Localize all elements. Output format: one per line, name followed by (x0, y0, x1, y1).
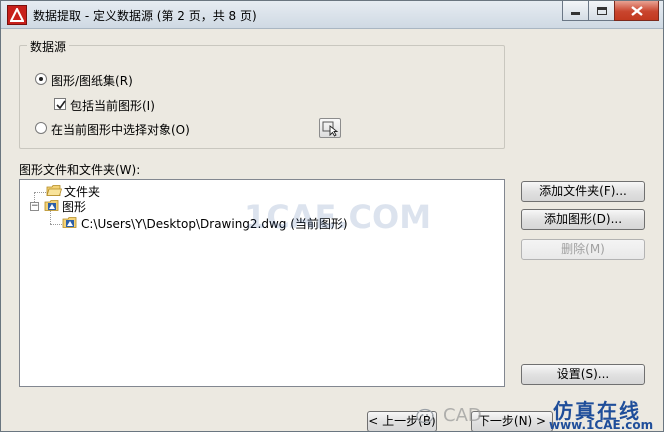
watermark-url: www.1CAE.com (549, 418, 654, 432)
tree-item-drawings[interactable]: 图形 (62, 198, 86, 215)
files-label: 图形文件和文件夹(W): (19, 163, 141, 177)
collapse-icon[interactable]: − (30, 202, 39, 211)
watermark-cn: 仿真在线 (553, 399, 641, 423)
settings-button[interactable]: 设置(S)... (521, 364, 645, 385)
select-objects-radio-label[interactable]: 在当前图形中选择对象(O) (51, 121, 190, 138)
select-objects-radio[interactable] (35, 122, 47, 134)
title-bar[interactable]: 数据提取 - 定义数据源 (第 2 页，共 8 页) (1, 1, 663, 29)
tree-line (34, 192, 46, 193)
data-extraction-dialog: 数据提取 - 定义数据源 (第 2 页，共 8 页) 数据源 图形/图纸集(R)… (0, 0, 664, 432)
drawing-folder-icon (44, 200, 59, 211)
wechat-icon (416, 408, 434, 424)
tree-line (50, 210, 51, 224)
data-source-label: 数据源 (27, 38, 70, 55)
maximize-icon (596, 6, 607, 15)
autocad-logo-icon (7, 5, 27, 25)
maximize-button[interactable] (588, 1, 615, 21)
window-controls (562, 1, 659, 22)
close-button[interactable] (614, 1, 659, 21)
next-button[interactable]: 下一步(N) > (471, 411, 553, 431)
window-title: 数据提取 - 定义数据源 (第 2 页，共 8 页) (33, 9, 257, 23)
drawing-file-icon (62, 217, 77, 228)
sheet-set-radio-label[interactable]: 图形/图纸集(R) (51, 72, 133, 89)
add-drawing-button[interactable]: 添加图形(D)... (521, 209, 645, 230)
folder-icon (46, 185, 62, 196)
checkmark-icon (56, 100, 66, 110)
include-current-checkbox[interactable] (54, 98, 66, 110)
minimize-icon (571, 12, 580, 15)
files-tree[interactable]: 文件夹 − 图形 C:\Users\Y\Desktop\Drawing2.dwg… (19, 179, 505, 387)
remove-button[interactable]: 删除(M) (521, 239, 645, 260)
select-objects-button[interactable] (319, 118, 341, 138)
close-icon (630, 5, 643, 16)
pick-cursor-icon (322, 121, 339, 137)
minimize-button[interactable] (562, 1, 589, 21)
include-current-label[interactable]: 包括当前图形(I) (70, 97, 155, 114)
tree-item-drawing-file[interactable]: C:\Users\Y\Desktop\Drawing2.dwg (当前图形) (81, 215, 348, 232)
sheet-set-radio[interactable] (35, 73, 47, 85)
add-folder-button[interactable]: 添加文件夹(F)... (521, 181, 645, 202)
tree-line (50, 224, 62, 225)
